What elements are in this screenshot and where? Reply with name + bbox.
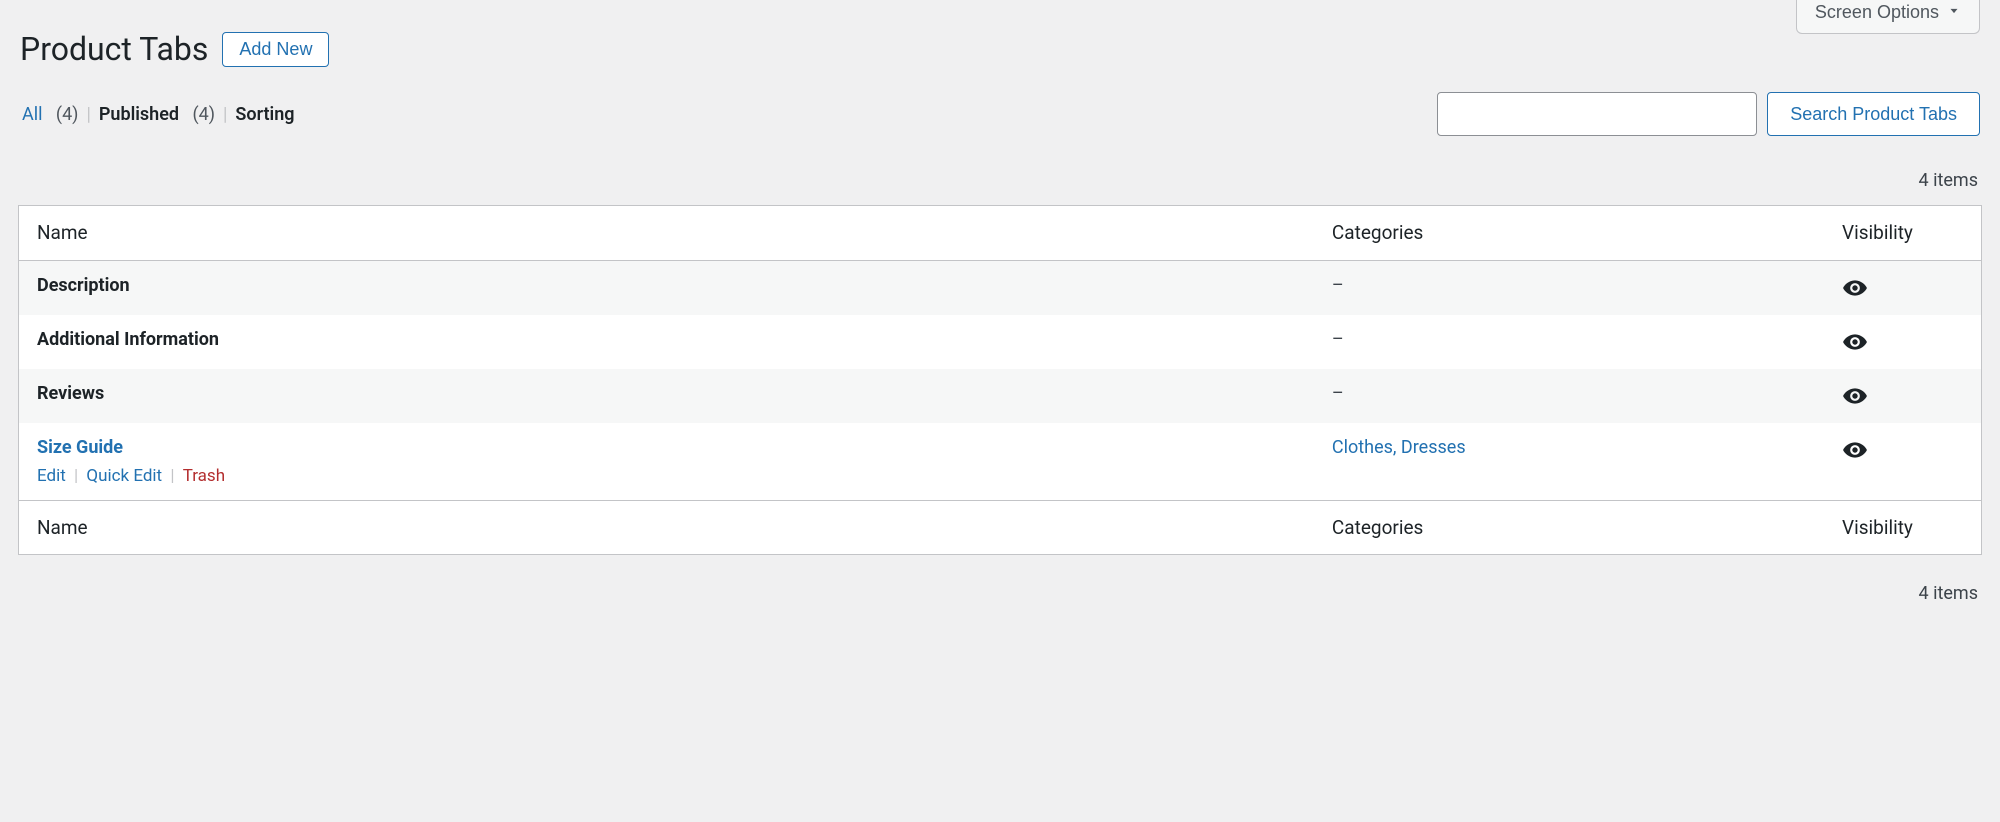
table-row: Reviews – xyxy=(19,369,1981,423)
filter-link-sorting[interactable]: Sorting xyxy=(235,104,294,125)
add-new-button[interactable]: Add New xyxy=(222,32,329,67)
column-header-name[interactable]: Name xyxy=(19,206,1314,261)
column-footer-name: Name xyxy=(19,500,1314,555)
eye-icon[interactable] xyxy=(1842,329,1963,355)
filter-count-published: (4) xyxy=(192,104,215,125)
row-title: Description xyxy=(37,275,130,296)
cell-name: Size Guide Edit | Quick Edit | Trash xyxy=(19,423,1314,500)
column-footer-visibility: Visibility xyxy=(1824,500,1981,555)
filter-link-published[interactable]: Published xyxy=(99,104,179,125)
eye-icon[interactable] xyxy=(1842,437,1963,463)
screen-options-button[interactable]: Screen Options xyxy=(1796,0,1980,34)
row-action-trash[interactable]: Trash xyxy=(183,466,225,486)
screen-options-label: Screen Options xyxy=(1815,2,1939,23)
cell-categories: – xyxy=(1314,261,1824,315)
separator: | xyxy=(70,466,83,486)
column-footer-categories: Categories xyxy=(1314,500,1824,555)
filter-link-all[interactable]: All xyxy=(22,104,43,125)
cell-categories: Clothes, Dresses xyxy=(1314,423,1824,500)
items-count-top: 4 items xyxy=(0,164,2000,191)
category-text: – xyxy=(1332,383,1344,404)
eye-icon[interactable] xyxy=(1842,275,1963,301)
search-input[interactable] xyxy=(1437,92,1757,136)
separator: | xyxy=(86,104,90,125)
separator: | xyxy=(223,104,227,125)
cell-visibility xyxy=(1824,315,1981,369)
row-title: Reviews xyxy=(37,383,104,404)
row-title-link[interactable]: Size Guide xyxy=(37,437,123,458)
cell-visibility xyxy=(1824,423,1981,500)
eye-icon[interactable] xyxy=(1842,383,1963,409)
row-action-edit[interactable]: Edit xyxy=(37,466,66,486)
table-row: Description – xyxy=(19,261,1981,315)
cell-visibility xyxy=(1824,369,1981,423)
category-link[interactable]: Clothes, Dresses xyxy=(1332,437,1466,458)
column-header-categories[interactable]: Categories xyxy=(1314,206,1824,261)
table-row: Additional Information – xyxy=(19,315,1981,369)
row-action-quick-edit[interactable]: Quick Edit xyxy=(86,466,162,486)
table-row: Size Guide Edit | Quick Edit | Trash Cloth… xyxy=(19,423,1981,500)
caret-down-icon xyxy=(1947,2,1961,23)
cell-name: Description xyxy=(19,261,1314,315)
items-count-bottom: 4 items xyxy=(0,577,2000,604)
product-tabs-table: Name Categories Visibility Description–A… xyxy=(18,205,1982,555)
column-header-visibility[interactable]: Visibility xyxy=(1824,206,1981,261)
category-text: – xyxy=(1332,275,1344,296)
search-button[interactable]: Search Product Tabs xyxy=(1767,92,1980,136)
search-box: Search Product Tabs xyxy=(1437,92,1980,136)
row-actions: Edit | Quick Edit | Trash xyxy=(37,466,1296,486)
category-text: – xyxy=(1332,329,1344,350)
cell-name: Reviews xyxy=(19,369,1314,423)
cell-categories: – xyxy=(1314,315,1824,369)
cell-name: Additional Information xyxy=(19,315,1314,369)
separator: | xyxy=(166,466,179,486)
status-filter-links: All (4) | Published (4) | Sorting xyxy=(22,104,295,125)
filter-count-all: (4) xyxy=(56,104,79,125)
cell-categories: – xyxy=(1314,369,1824,423)
cell-visibility xyxy=(1824,261,1981,315)
page-title: Product Tabs xyxy=(20,30,208,68)
row-title: Additional Information xyxy=(37,329,219,350)
